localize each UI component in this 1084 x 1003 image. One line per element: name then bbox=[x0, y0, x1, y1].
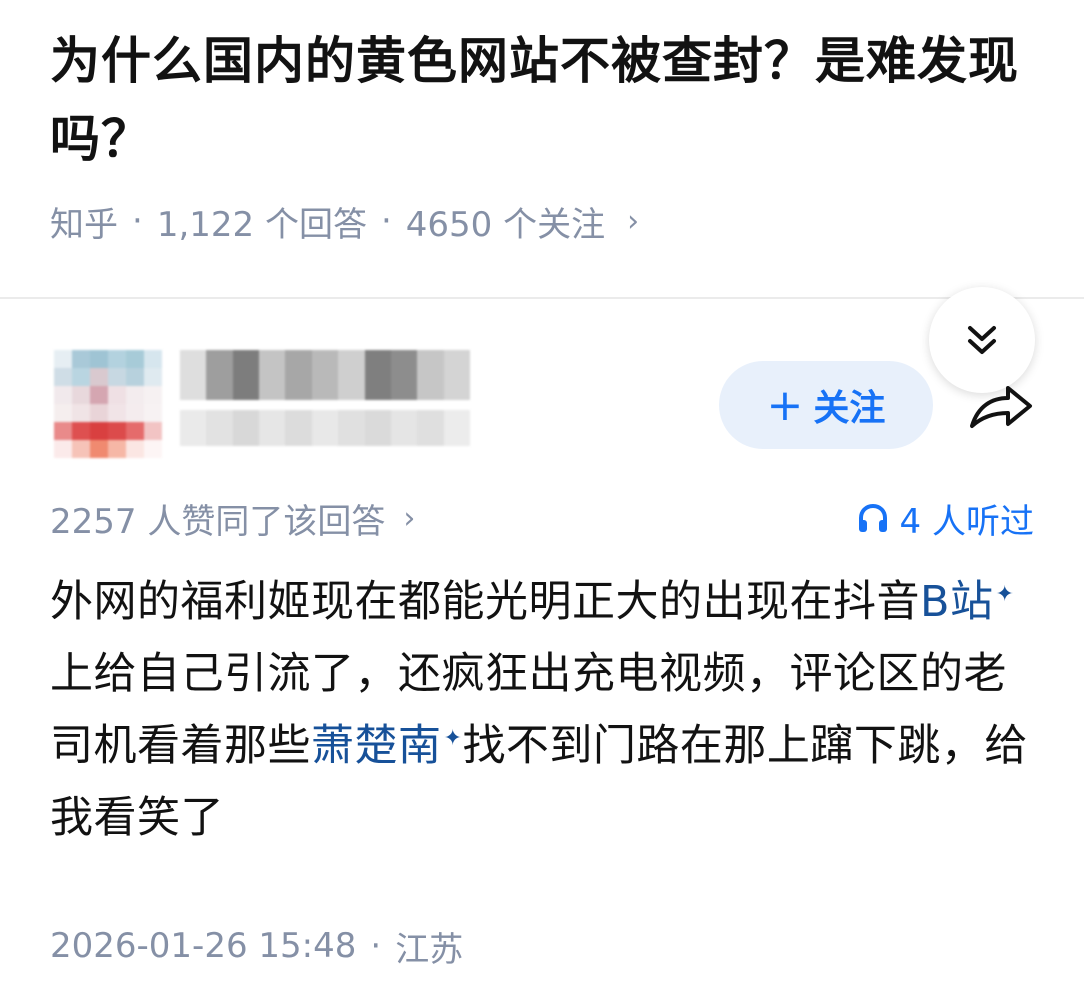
sparkle-icon: ✦ bbox=[443, 725, 463, 751]
upvote-summary[interactable]: 2257 人赞同了该回答 › bbox=[50, 494, 415, 542]
double-chevron-down-icon bbox=[968, 326, 996, 354]
upvote-count: 2257 人赞同了该回答 bbox=[50, 501, 386, 542]
footer-separator: · bbox=[370, 926, 382, 966]
headphones-icon bbox=[858, 503, 887, 532]
collapse-button[interactable] bbox=[929, 287, 1035, 393]
question-title[interactable]: 为什么国内的黄色网站不被查封？是难发现吗？ bbox=[50, 22, 1040, 178]
chevron-right-icon: › bbox=[403, 500, 416, 536]
author-name[interactable] bbox=[180, 350, 470, 400]
answer-content[interactable]: 外网的福利姬现在都能光明正大的出现在抖音B站✦上给自己引流了，还疯狂出充电视频，… bbox=[50, 566, 1040, 854]
sparkle-icon: ✦ bbox=[995, 581, 1015, 607]
follow-label: 关注 bbox=[813, 388, 886, 429]
chevron-right-icon: › bbox=[627, 203, 640, 239]
follow-button[interactable]: + 关注 bbox=[719, 361, 933, 449]
question-meta[interactable]: 知乎 · 1,122 个回答 · 4650 个关注 › bbox=[50, 195, 639, 247]
meta-separator: · bbox=[380, 201, 392, 241]
meta-separator: · bbox=[132, 201, 143, 241]
meta-answers-count: 1,122 个回答 bbox=[156, 204, 367, 245]
answer-timestamp: 2026-01-26 15:48 bbox=[50, 926, 357, 966]
avatar[interactable] bbox=[54, 350, 162, 458]
share-arrow-icon[interactable] bbox=[966, 380, 1036, 434]
plus-icon: + bbox=[766, 379, 804, 431]
divider bbox=[0, 297, 1084, 299]
listen-count[interactable]: 4 人听过 bbox=[856, 494, 1034, 542]
author-bio bbox=[180, 410, 470, 446]
meta-source: 知乎 bbox=[50, 204, 118, 245]
answer-footer: 2026-01-26 15:48 · 江苏 bbox=[50, 922, 463, 970]
search-link-bilibili[interactable]: B站 bbox=[920, 577, 994, 627]
answer-location: 江苏 bbox=[395, 929, 464, 970]
listen-label: 4 人听过 bbox=[899, 501, 1034, 542]
author-info[interactable] bbox=[180, 350, 470, 458]
answer-text: 外网的福利姬现在都能光明正大的出现在抖音 bbox=[50, 577, 920, 627]
meta-followers-count: 4650 个关注 bbox=[405, 204, 606, 245]
search-link-xiaochunan[interactable]: 萧楚南 bbox=[311, 721, 442, 771]
